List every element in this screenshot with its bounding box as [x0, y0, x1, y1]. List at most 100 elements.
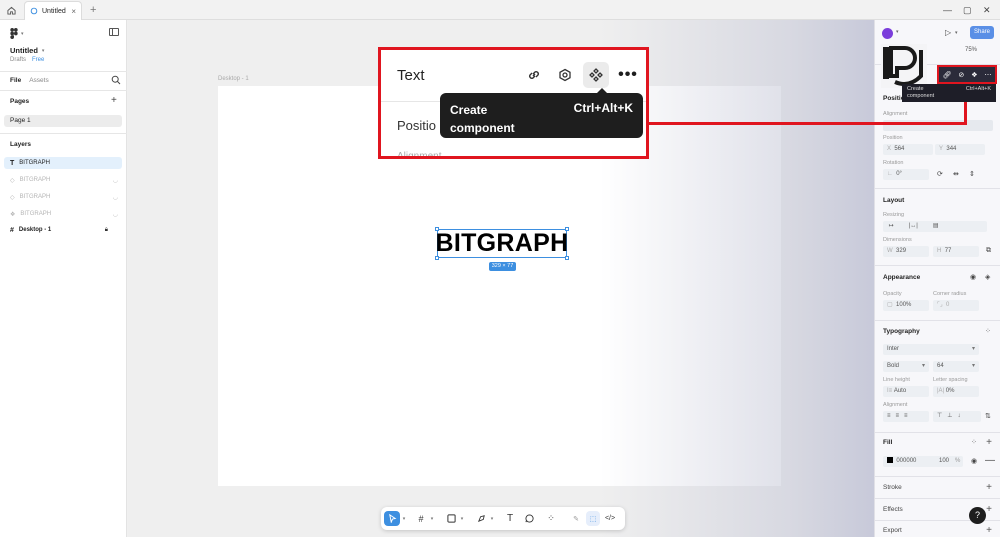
- variable-icon[interactable]: [552, 62, 578, 88]
- rotate-icon[interactable]: ⟳: [937, 170, 943, 178]
- fill-heading: Fill: [883, 439, 893, 446]
- dev-mode-icon[interactable]: </>: [603, 511, 617, 526]
- y-field[interactable]: Y 344: [935, 144, 985, 155]
- font-weight-select[interactable]: Bold ▾: [883, 361, 929, 372]
- chevron-down-icon[interactable]: ▾: [491, 516, 494, 522]
- flip-vertical-icon[interactable]: ⇕: [969, 170, 975, 178]
- tab-untitled[interactable]: Untitled ×: [24, 1, 82, 20]
- x-field[interactable]: X 564: [883, 144, 933, 155]
- chevron-down-icon[interactable]: ▾: [461, 516, 464, 522]
- lock-icon[interactable]: 🔒︎: [105, 227, 108, 234]
- text-settings-icon[interactable]: ⇅: [985, 412, 991, 420]
- line-height-field[interactable]: I≡ Auto: [883, 386, 929, 397]
- fill-color-field[interactable]: 000000 100 %: [883, 456, 963, 467]
- selected-text-layer[interactable]: BITGRAPH: [435, 227, 569, 260]
- pen-tool-icon[interactable]: [474, 511, 488, 526]
- page-item-page-1[interactable]: Page 1: [4, 115, 122, 127]
- layer-item[interactable]: ◇ BITGRAPH ◡: [4, 174, 122, 186]
- ai-tool-icon[interactable]: ✎: [569, 511, 583, 526]
- layer-item[interactable]: # Desktop - 1 🔒︎: [4, 224, 122, 236]
- add-effect-icon[interactable]: +: [986, 505, 992, 515]
- vertical-align-controls[interactable]: ⊤ ⊥ ↓: [933, 411, 981, 422]
- corner-radius-field[interactable]: ⌜⌟ 0: [933, 300, 979, 311]
- effects-heading: Effects: [883, 506, 903, 513]
- file-name-row[interactable]: Untitled ▾: [10, 46, 44, 55]
- maximize-icon[interactable]: ▢: [963, 4, 972, 16]
- resize-handle[interactable]: [565, 256, 569, 260]
- blend-icon[interactable]: ◈: [985, 273, 990, 281]
- more-icon[interactable]: ⋯: [984, 71, 991, 79]
- comment-tool-icon[interactable]: [522, 511, 536, 526]
- panel-toggle-icon[interactable]: [109, 28, 119, 36]
- rectangle-tool-icon[interactable]: [444, 511, 458, 526]
- actions-tool-icon[interactable]: ⁘: [544, 511, 558, 526]
- appearance-heading: Appearance: [883, 274, 921, 281]
- close-window-icon[interactable]: ✕: [983, 4, 991, 16]
- zoom-level[interactable]: 75%: [965, 47, 977, 53]
- resize-handle[interactable]: [435, 227, 439, 231]
- text-tool-icon[interactable]: T: [503, 511, 517, 526]
- layer-item[interactable]: T BITGRAPH: [4, 157, 122, 169]
- flip-horizontal-icon[interactable]: ⇹: [953, 170, 959, 178]
- callout-title: Text: [397, 67, 425, 84]
- constrain-proportions-icon[interactable]: ⧉: [986, 247, 991, 255]
- design-mode-icon[interactable]: ⬚: [586, 511, 600, 526]
- avatar[interactable]: [882, 28, 893, 39]
- font-size-field[interactable]: 64 ▾: [933, 361, 979, 372]
- canvas-text: BITGRAPH: [435, 229, 569, 257]
- present-icon[interactable]: ▷: [945, 28, 951, 37]
- text-align-controls[interactable]: ≡ ≡ ≡: [883, 411, 929, 422]
- opacity-field[interactable]: ▢ 100%: [883, 300, 929, 311]
- close-icon[interactable]: ×: [71, 7, 76, 16]
- create-component-icon[interactable]: [583, 62, 609, 88]
- resizing-controls[interactable]: ↦ |↔| ▤: [883, 221, 987, 232]
- tab-file[interactable]: File: [10, 77, 21, 84]
- add-page-icon[interactable]: +: [111, 95, 117, 106]
- resize-handle[interactable]: [565, 227, 569, 231]
- chevron-down-icon[interactable]: ▾: [896, 29, 899, 35]
- help-button[interactable]: ?: [969, 507, 986, 524]
- layer-item[interactable]: ◇ BITGRAPH ◡: [4, 191, 122, 203]
- hidden-eye-icon[interactable]: ◡: [113, 211, 118, 218]
- width-field[interactable]: W 329: [883, 246, 929, 257]
- file-location[interactable]: Drafts: [10, 57, 26, 63]
- eye-icon[interactable]: ◉: [970, 273, 976, 281]
- minimize-icon[interactable]: —: [943, 4, 952, 16]
- resize-handle[interactable]: [435, 256, 439, 260]
- frame-label[interactable]: Desktop - 1: [218, 76, 249, 82]
- add-export-icon[interactable]: +: [986, 526, 992, 536]
- main-menu-button[interactable]: ▾: [10, 28, 24, 39]
- rotation-field[interactable]: ∟ 0°: [883, 169, 929, 180]
- letter-spacing-field[interactable]: |A| 0%: [933, 386, 979, 397]
- layer-item[interactable]: ❖ BITGRAPH ◡: [4, 208, 122, 220]
- color-swatch[interactable]: [887, 457, 893, 464]
- create-component-icon[interactable]: ❖: [971, 71, 977, 79]
- frame-tool-icon[interactable]: #: [414, 511, 428, 526]
- link-icon[interactable]: [521, 62, 547, 88]
- tab-assets[interactable]: Assets: [29, 77, 49, 84]
- hidden-eye-icon[interactable]: ◡: [113, 194, 118, 201]
- font-family-select[interactable]: Inter ▾: [883, 344, 979, 355]
- add-stroke-icon[interactable]: +: [986, 483, 992, 493]
- share-button[interactable]: Share: [970, 26, 994, 39]
- search-icon[interactable]: [111, 75, 121, 87]
- eye-icon[interactable]: ◉: [971, 457, 977, 465]
- layer-name: Desktop - 1: [18, 227, 52, 233]
- plan-badge[interactable]: Free: [32, 57, 44, 63]
- tooltip-label: Create component: [450, 103, 515, 135]
- variable-icon[interactable]: ⊘: [958, 71, 964, 79]
- home-icon[interactable]: [4, 3, 18, 17]
- text-styles-icon[interactable]: ⁘: [985, 327, 991, 335]
- more-icon[interactable]: •••: [615, 62, 641, 88]
- chevron-down-icon[interactable]: ▾: [955, 30, 958, 36]
- chevron-down-icon[interactable]: ▾: [431, 516, 434, 522]
- height-field[interactable]: H 77: [933, 246, 979, 257]
- add-fill-icon[interactable]: +: [986, 438, 992, 448]
- hidden-eye-icon[interactable]: ◡: [113, 177, 118, 184]
- fill-styles-icon[interactable]: ⁘: [971, 438, 977, 446]
- remove-fill-icon[interactable]: —: [985, 455, 995, 466]
- chevron-down-icon[interactable]: ▾: [403, 516, 406, 522]
- new-tab-button[interactable]: +: [90, 3, 96, 17]
- link-icon[interactable]: 🔗︎: [942, 71, 951, 79]
- move-tool-icon[interactable]: [384, 511, 400, 526]
